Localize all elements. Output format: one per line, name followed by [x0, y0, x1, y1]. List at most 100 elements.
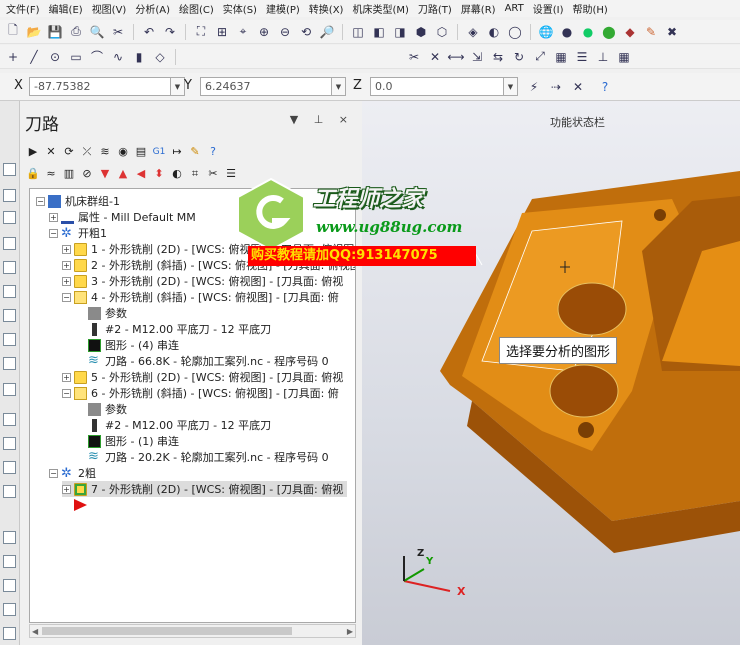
- magnify-icon[interactable]: 🔎: [318, 23, 336, 41]
- hole-icon[interactable]: [3, 357, 16, 370]
- cylinder-icon[interactable]: ▮: [130, 48, 148, 66]
- wireframe-icon[interactable]: ◯: [506, 23, 524, 41]
- help-icon[interactable]: ?: [596, 78, 614, 96]
- spline-icon[interactable]: ∿: [109, 48, 127, 66]
- collapse-icon[interactable]: −: [62, 292, 71, 302]
- menu-edit[interactable]: 编辑(E): [49, 1, 83, 16]
- regenerate-dirty-icon[interactable]: ⤫: [80, 145, 94, 159]
- select-filter-icon[interactable]: ⌗: [188, 167, 202, 181]
- menu-machine-type[interactable]: 机床类型(M): [352, 1, 408, 16]
- tree-node-operation-7[interactable]: + 7 - 外形铣削 (2D) - [WCS: 俯视图] - [刀具面: 俯视: [62, 481, 348, 497]
- tree-node-op6-toolpath[interactable]: ≋ 刀路 - 20.2K - 轮廓加工案列.nc - 程序号码 0: [88, 449, 329, 465]
- grid-icon[interactable]: ▦: [615, 48, 633, 66]
- y-dropdown-icon[interactable]: ▼: [332, 77, 346, 96]
- insert-arrow-icon[interactable]: ◀: [134, 167, 148, 181]
- diamond-icon[interactable]: ◇: [151, 48, 169, 66]
- scroll-right-icon[interactable]: ▶: [347, 627, 353, 636]
- tree-node-properties[interactable]: + 属性 - Mill Default MM: [49, 209, 196, 225]
- view-iso-icon[interactable]: ⬢: [412, 23, 430, 41]
- menu-art[interactable]: ART: [505, 3, 524, 14]
- shaded-ball-icon[interactable]: ●: [579, 23, 597, 41]
- slot-icon[interactable]: [3, 309, 16, 322]
- line-icon[interactable]: ╱: [25, 48, 43, 66]
- expand-icon[interactable]: +: [62, 276, 71, 286]
- face-icon[interactable]: [3, 261, 16, 274]
- tree-horizontal-scrollbar[interactable]: ◀ ▶: [29, 624, 356, 638]
- material-icon[interactable]: ◆: [621, 23, 639, 41]
- snap-icon[interactable]: ✕: [569, 78, 587, 96]
- tree-node-group-roughing-1[interactable]: − ✲ 开粗1: [49, 225, 107, 241]
- globe-icon[interactable]: 🌐: [537, 23, 555, 41]
- trim-icon[interactable]: ✂: [405, 48, 423, 66]
- tree-node-group-2[interactable]: − ✲ 2粗: [49, 465, 96, 481]
- tree-node-op4-toolpath[interactable]: ≋ 刀路 - 66.8K - 轮廓加工案列.nc - 程序号码 0: [88, 353, 329, 369]
- rectangle-icon[interactable]: ▭: [67, 48, 85, 66]
- view-side-icon[interactable]: ◨: [391, 23, 409, 41]
- open-folder-icon[interactable]: 📂: [25, 23, 43, 41]
- sphere-icon[interactable]: ●: [558, 23, 576, 41]
- undo-icon[interactable]: ↶: [140, 23, 158, 41]
- add-icon[interactable]: [3, 413, 16, 426]
- collapse-icon[interactable]: −: [36, 196, 45, 206]
- insert-both-icon[interactable]: ⬍: [152, 167, 166, 181]
- z-dropdown-icon[interactable]: ▼: [504, 77, 518, 96]
- expand-icon[interactable]: +: [62, 484, 71, 494]
- plane-icon[interactable]: ◈: [464, 23, 482, 41]
- z-coordinate-input[interactable]: [370, 77, 504, 96]
- display-only-icon[interactable]: ◐: [170, 167, 184, 181]
- zoom-fit-icon[interactable]: ⛶: [192, 23, 210, 41]
- simulate-icon[interactable]: ▤: [134, 145, 148, 159]
- scale-icon[interactable]: ⤢: [531, 48, 549, 66]
- menu-sketch[interactable]: 绘图(C): [179, 1, 214, 16]
- circle-icon[interactable]: ⊙: [46, 48, 64, 66]
- post-icon[interactable]: ↦: [170, 145, 184, 159]
- shape-icon[interactable]: [3, 555, 16, 568]
- analyze-icon[interactable]: ⊥: [594, 48, 612, 66]
- zoom-in-icon[interactable]: ⊕: [255, 23, 273, 41]
- new-file-icon[interactable]: 🗋: [4, 23, 22, 41]
- tree-node-op6-tool[interactable]: #2 - M12.00 平底刀 - 12 平底刀: [88, 417, 271, 433]
- y-coordinate-input[interactable]: [200, 77, 332, 96]
- x-coordinate-input[interactable]: [29, 77, 171, 96]
- transform-icon[interactable]: [3, 461, 16, 474]
- cut-icon[interactable]: ✂: [109, 23, 127, 41]
- pocket-icon[interactable]: [3, 189, 16, 202]
- tree-node-op6-geometry[interactable]: 图形 - (1) 串连: [88, 433, 179, 449]
- wave-icon[interactable]: ≈: [44, 167, 58, 181]
- backplot-icon[interactable]: ≋: [98, 145, 112, 159]
- menu-toolpaths[interactable]: 刀路(T): [418, 1, 452, 16]
- menu-settings[interactable]: 设置(I): [533, 1, 564, 16]
- translucent-icon[interactable]: ⬤: [600, 23, 618, 41]
- collapse-icon[interactable]: −: [62, 388, 71, 398]
- print-icon[interactable]: ⎙: [67, 23, 85, 41]
- collapse-icon[interactable]: −: [49, 228, 58, 238]
- menu-help[interactable]: 帮助(H): [573, 1, 608, 16]
- tree-node-op6-parameters[interactable]: 参数: [88, 401, 127, 417]
- scroll-left-icon[interactable]: ◀: [32, 627, 38, 636]
- fillet-icon[interactable]: ⌒: [88, 48, 106, 66]
- regenerate-icon[interactable]: ⟳: [62, 145, 76, 159]
- redo-icon[interactable]: ↷: [161, 23, 179, 41]
- menu-analyze[interactable]: 分析(A): [135, 1, 170, 16]
- array-icon[interactable]: ▦: [552, 48, 570, 66]
- toolpath-help-icon[interactable]: ?: [206, 145, 220, 159]
- select-dirty-icon[interactable]: ✕: [44, 145, 58, 159]
- zoom-out-icon[interactable]: ⊖: [276, 23, 294, 41]
- zoom-window-icon[interactable]: ⊞: [213, 23, 231, 41]
- expand-icon[interactable]: +: [62, 372, 71, 382]
- expand-icon[interactable]: +: [49, 212, 58, 222]
- offset-icon[interactable]: ⇲: [468, 48, 486, 66]
- lock-icon[interactable]: 🔒: [26, 167, 40, 181]
- rotate-icon[interactable]: ↻: [510, 48, 528, 66]
- mirror-icon[interactable]: ⇆: [489, 48, 507, 66]
- select-all-icon[interactable]: ▶: [26, 145, 40, 159]
- insert-arrow-marker[interactable]: [74, 497, 87, 513]
- print-preview-icon[interactable]: 🔍: [88, 23, 106, 41]
- layer-icon[interactable]: ☰: [573, 48, 591, 66]
- zoom-previous-icon[interactable]: ⟲: [297, 23, 315, 41]
- toggle-post-icon[interactable]: ⊘: [80, 167, 94, 181]
- hide-icon[interactable]: ✖: [663, 23, 681, 41]
- tree-node-op4-geometry[interactable]: 图形 - (4) 串连: [88, 337, 179, 353]
- engrave-icon[interactable]: [3, 285, 16, 298]
- verify-icon[interactable]: [3, 383, 16, 396]
